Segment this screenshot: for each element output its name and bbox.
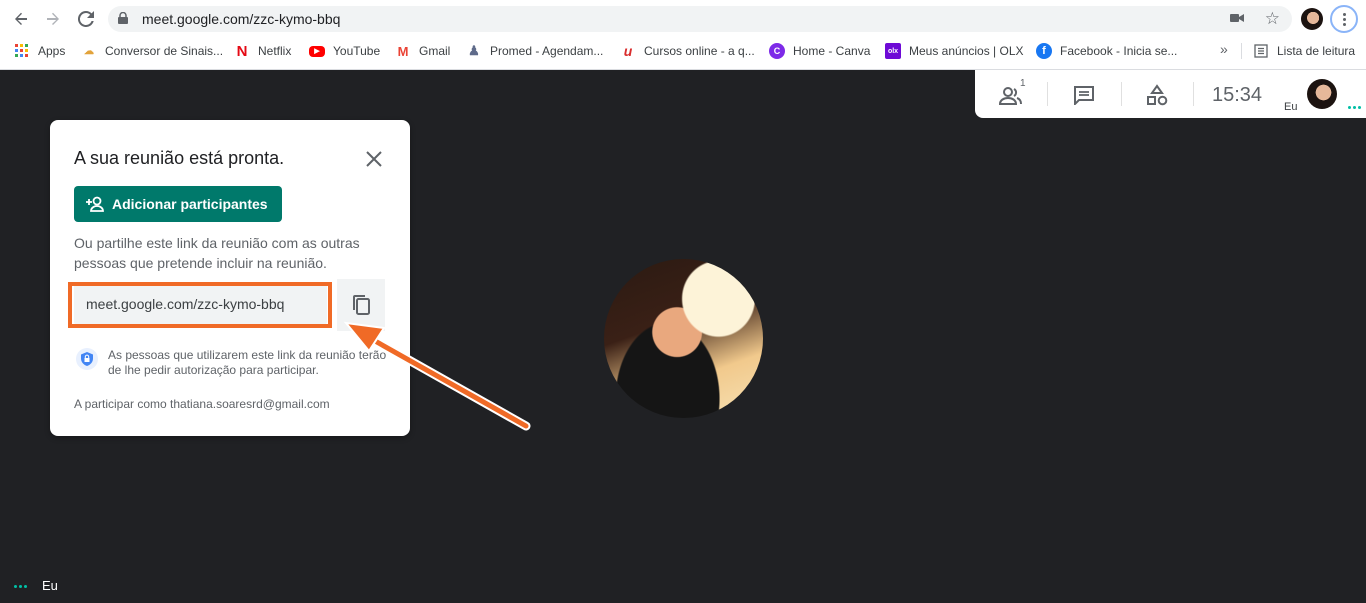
bookmark-conversor[interactable]: ☁ Conversor de Sinais...	[81, 42, 223, 60]
bookmark-apps[interactable]: Apps	[14, 42, 65, 60]
facebook-icon: f	[1036, 43, 1052, 59]
reading-list-button[interactable]: Lista de leitura	[1253, 42, 1355, 60]
bookmark-canva[interactable]: C Home - Canva	[769, 42, 870, 60]
kebab-menu-icon[interactable]	[1330, 5, 1358, 33]
annotation-highlight-box	[68, 282, 332, 328]
copy-link-button[interactable]	[337, 279, 385, 331]
conversor-icon: ☁	[84, 45, 94, 57]
youtube-icon: ▶	[309, 45, 325, 57]
meeting-ready-dialog: A sua reunião está pronta. Adicionar par…	[50, 120, 410, 436]
dialog-title: A sua reunião está pronta.	[74, 148, 285, 168]
olx-icon: olx	[885, 43, 901, 59]
reading-list-icon	[1253, 43, 1269, 59]
address-bar[interactable]: meet.google.com/zzc-kymo-bbq ☆	[108, 6, 1292, 32]
reload-icon[interactable]	[73, 6, 99, 32]
audio-indicator-icon	[1348, 106, 1361, 109]
chat-button[interactable]	[1071, 82, 1097, 108]
copy-icon	[353, 295, 370, 315]
add-participants-button[interactable]: Adicionar participantes	[74, 186, 282, 222]
bookmark-label: YouTube	[333, 44, 381, 58]
bookmarks-overflow-button[interactable]: »	[1220, 41, 1228, 57]
activities-shapes-icon	[1147, 84, 1168, 106]
bookmark-label: Conversor de Sinais...	[105, 44, 224, 58]
bookmark-gmail[interactable]: M Gmail	[395, 42, 451, 60]
meeting-clock: 15:34	[1212, 84, 1263, 106]
canva-icon: C	[769, 43, 785, 59]
bookmark-olx[interactable]: olx Meus anúncios | OLX	[885, 42, 1024, 60]
star-icon[interactable]: ☆	[1265, 9, 1280, 29]
cursos-icon: u	[623, 43, 633, 59]
promed-icon: ♟	[468, 43, 480, 58]
self-avatar[interactable]	[1307, 79, 1337, 109]
shield-icon	[76, 348, 98, 370]
netflix-icon: N	[236, 42, 248, 60]
people-button[interactable]: 1	[999, 78, 1026, 108]
bookmark-label: Promed - Agendam...	[490, 44, 604, 58]
bookmark-label: Home - Canva	[793, 44, 871, 58]
bookmark-label: Facebook - Inicia se...	[1060, 44, 1178, 58]
close-icon[interactable]	[364, 149, 384, 169]
bookmark-label: Cursos online - a q...	[644, 44, 755, 58]
add-person-icon	[86, 196, 104, 212]
lock-icon[interactable]	[118, 12, 128, 24]
url-text[interactable]: meet.google.com/zzc-kymo-bbq	[142, 11, 340, 27]
forward-arrow-icon[interactable]	[40, 6, 66, 32]
bookmarks-bar: Apps ☁ Conversor de Sinais... N Netflix …	[0, 40, 1366, 62]
add-participants-label: Adicionar participantes	[112, 196, 268, 212]
profile-avatar[interactable]	[1301, 8, 1323, 30]
divider	[1047, 82, 1048, 106]
people-count-badge: 1	[1020, 78, 1026, 89]
divider	[1193, 82, 1194, 106]
browser-toolbar: meet.google.com/zzc-kymo-bbq ☆ Apps ☁ Co…	[0, 0, 1366, 70]
activities-button[interactable]	[1144, 82, 1170, 108]
bookmark-youtube[interactable]: ▶ YouTube	[309, 42, 380, 60]
share-description: Ou partilhe este link da reunião com as …	[74, 235, 360, 271]
bookmark-netflix[interactable]: N Netflix	[234, 42, 292, 60]
chat-icon	[1074, 86, 1094, 105]
self-label: Eu	[1284, 101, 1298, 113]
gmail-icon: M	[397, 43, 409, 59]
bookmark-facebook[interactable]: f Facebook - Inicia se...	[1036, 42, 1177, 60]
apps-grid-icon	[14, 43, 30, 59]
reading-list-label: Lista de leitura	[1277, 44, 1356, 58]
back-arrow-icon[interactable]	[8, 6, 34, 32]
joining-as-text: A participar como thatiana.soaresrd@gmai…	[74, 397, 330, 411]
self-tile-label: Eu	[42, 578, 58, 593]
audio-indicator-icon	[14, 585, 27, 588]
bookmark-label: Gmail	[419, 44, 451, 58]
access-notice: As pessoas que utilizarem este link da r…	[108, 348, 387, 377]
bookmark-promed[interactable]: ♟ Promed - Agendam...	[466, 42, 603, 60]
bookmark-label: Netflix	[258, 44, 292, 58]
bookmark-label: Meus anúncios | OLX	[909, 44, 1024, 58]
bookmark-cursos[interactable]: u Cursos online - a q...	[620, 42, 755, 60]
participant-avatar	[604, 259, 763, 418]
divider	[1241, 43, 1242, 59]
camera-icon[interactable]	[1230, 12, 1244, 24]
meet-top-controls: 1 15:34 Eu	[975, 70, 1366, 118]
divider	[1121, 82, 1122, 106]
bookmark-label: Apps	[38, 44, 66, 58]
